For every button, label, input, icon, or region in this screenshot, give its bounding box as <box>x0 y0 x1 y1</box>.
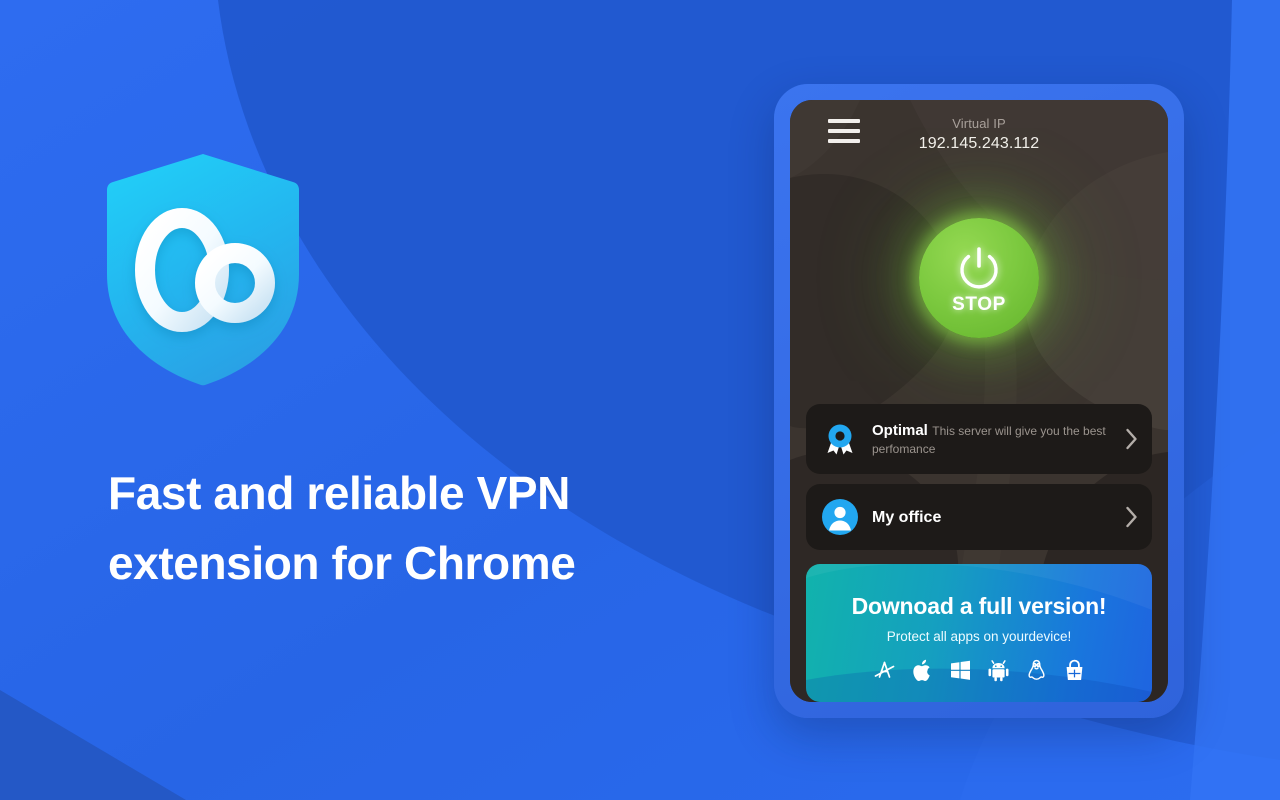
windows-icon[interactable] <box>948 658 973 683</box>
shield-infinity-logo <box>105 152 301 388</box>
phone-mockup: Virtual IP 192.145.243.112 STOP Optimal … <box>774 84 1184 718</box>
virtual-ip-label: Virtual IP <box>952 116 1006 131</box>
hero-panel: Fast and reliable VPN extension for Chro… <box>0 0 700 800</box>
power-button-label: STOP <box>952 293 1006 315</box>
banner-title: Downoad a full version! <box>851 593 1107 619</box>
headline-line-2: extension for Chrome <box>108 537 576 589</box>
virtual-ip-value: 192.145.243.112 <box>918 135 1040 152</box>
headline-line-1: Fast and reliable VPN <box>108 467 570 519</box>
download-full-version-banner[interactable]: Downoad a full version! Protect all apps… <box>806 564 1152 702</box>
vpn-app-screen: Virtual IP 192.145.243.112 STOP Optimal … <box>790 100 1168 702</box>
page-title: Fast and reliable VPN extension for Chro… <box>108 458 668 598</box>
banner-subtitle: Protect all apps on yourdevice! <box>886 629 1072 644</box>
power-stop-button[interactable]: STOP <box>919 218 1039 338</box>
banner-content: Downoad a full version! Protect all apps… <box>806 564 1152 702</box>
server-card-my-office[interactable]: My office <box>806 484 1152 550</box>
server-title: Optimal <box>872 421 928 439</box>
server-card-text: My office <box>872 508 1117 527</box>
server-card-text: Optimal This server will give you the be… <box>872 421 1117 458</box>
user-avatar-icon <box>822 499 858 535</box>
mac-app-store-icon[interactable] <box>872 658 897 683</box>
server-title: My office <box>872 508 942 526</box>
app-header: Virtual IP 192.145.243.112 <box>790 100 1168 164</box>
server-card-optimal[interactable]: Optimal This server will give you the be… <box>806 404 1152 474</box>
virtual-ip-block: Virtual IP 192.145.243.112 <box>790 115 1168 155</box>
platform-icon-row <box>806 658 1152 683</box>
chevron-right-icon[interactable] <box>1125 428 1138 450</box>
chevron-right-icon[interactable] <box>1125 506 1138 528</box>
android-icon[interactable] <box>986 658 1011 683</box>
apple-icon[interactable] <box>910 658 935 683</box>
linux-icon[interactable] <box>1024 658 1049 683</box>
connection-toggle-area: STOP <box>790 200 1168 415</box>
power-icon <box>954 243 1004 293</box>
microsoft-store-icon[interactable] <box>1062 658 1087 683</box>
award-badge-icon <box>822 421 858 457</box>
